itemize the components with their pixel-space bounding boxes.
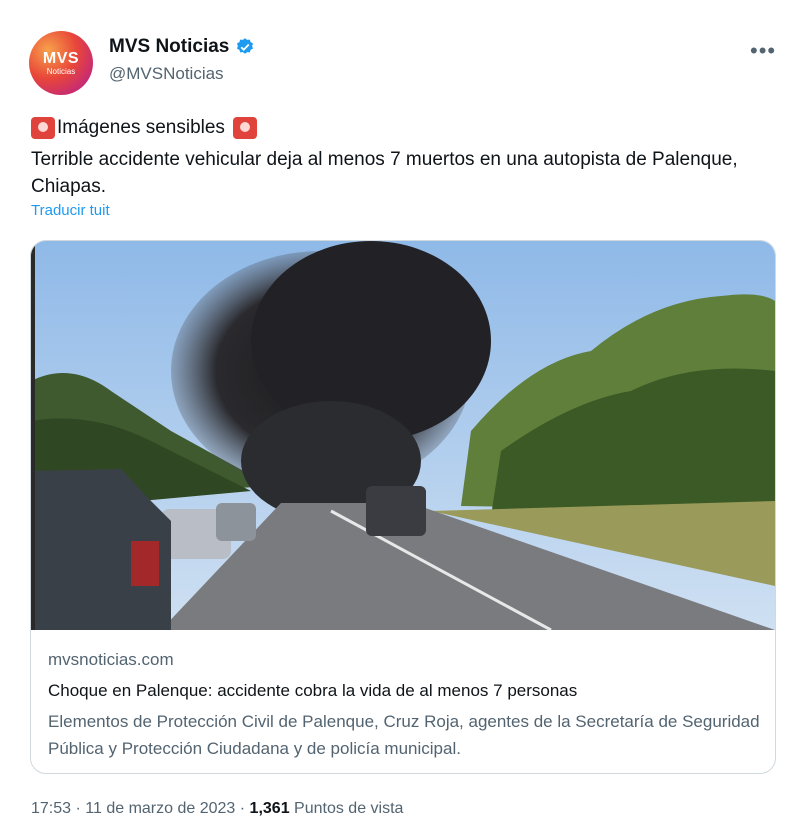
police-siren-icon bbox=[31, 117, 55, 139]
handle[interactable]: @MVSNoticias bbox=[109, 64, 224, 84]
views-count[interactable]: 1,361 bbox=[250, 800, 290, 817]
author-name-row[interactable]: MVS Noticias bbox=[109, 36, 255, 58]
tweet: MVS Noticias MVS Noticias @MVSNoticias •… bbox=[0, 0, 800, 837]
avatar[interactable]: MVS Noticias bbox=[29, 31, 93, 95]
card-domain[interactable]: mvsnoticias.com bbox=[48, 650, 174, 670]
link-card[interactable]: mvsnoticias.com Choque en Palenque: acci… bbox=[30, 240, 776, 774]
tweet-text: Terrible accidente vehicular deja al men… bbox=[31, 149, 738, 197]
more-options-icon[interactable]: ••• bbox=[750, 38, 776, 64]
meta-separator: · bbox=[75, 800, 81, 817]
tweet-text-sensitive: Imágenes sensibles bbox=[57, 117, 225, 138]
card-description: Elementos de Protección Civil de Palenqu… bbox=[48, 712, 760, 758]
tweet-date[interactable]: 11 de marzo de 2023 bbox=[85, 800, 235, 817]
verified-badge-icon bbox=[237, 38, 254, 54]
card-image[interactable] bbox=[31, 241, 775, 630]
avatar-logo-subtext: Noticias bbox=[46, 66, 76, 76]
tweet-meta: 17:53 · 11 de marzo de 2023 · 1,361 Punt… bbox=[31, 800, 403, 818]
tweet-text-line1: Imágenes sensibles bbox=[31, 117, 257, 139]
display-name[interactable]: MVS Noticias bbox=[109, 36, 229, 58]
translate-tweet-link[interactable]: Traducir tuit bbox=[31, 202, 110, 219]
avatar-logo-text: MVS bbox=[42, 49, 80, 67]
meta-separator: · bbox=[239, 800, 246, 817]
police-siren-icon bbox=[232, 117, 257, 139]
views-label[interactable]: Puntos de vista bbox=[294, 800, 403, 817]
tweet-time[interactable]: 17:53 bbox=[31, 800, 71, 817]
card-title[interactable]: Choque en Palenque: accidente cobra la v… bbox=[48, 681, 577, 701]
